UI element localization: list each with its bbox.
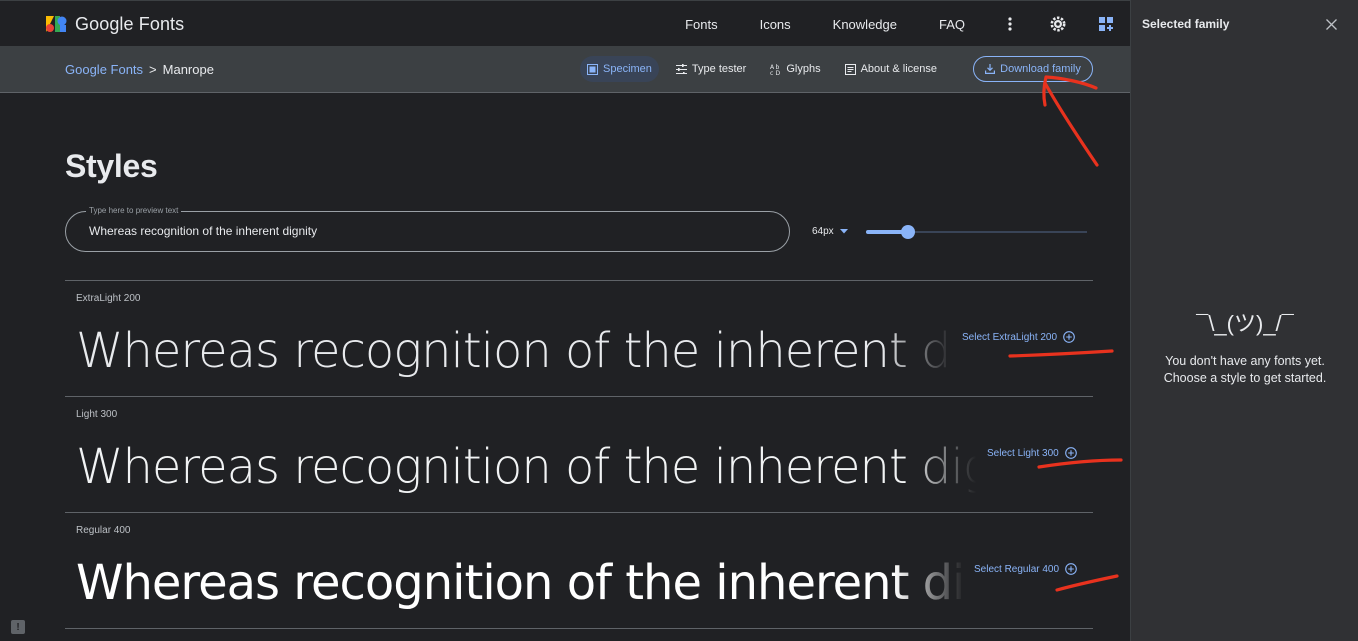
select-light-300-button[interactable]: Select Light 300 bbox=[987, 447, 1077, 459]
select-regular-400-button[interactable]: Select Regular 400 bbox=[974, 563, 1077, 575]
font-size-slider[interactable] bbox=[866, 224, 1087, 240]
download-icon bbox=[985, 64, 996, 74]
add-circle-icon bbox=[1063, 331, 1075, 343]
preview-text-value: Whereas recognition of the inherent dign… bbox=[89, 224, 318, 238]
tab-specimen-label: Specimen bbox=[603, 63, 652, 75]
specimen-icon bbox=[587, 63, 598, 75]
tab-about-license[interactable]: About & license bbox=[838, 56, 944, 82]
tune-icon bbox=[675, 64, 687, 74]
more-vert-icon[interactable] bbox=[986, 1, 1034, 47]
logo-text: Google Fonts bbox=[75, 13, 185, 34]
glyphs-icon: Abc D bbox=[770, 64, 781, 75]
empty-state-line-1: You don't have any fonts yet. bbox=[1165, 354, 1325, 368]
select-extralight-200-button[interactable]: Select ExtraLight 200 bbox=[962, 331, 1075, 343]
top-nav: Fonts Icons Knowledge FAQ bbox=[664, 1, 1130, 47]
nav-fonts[interactable]: Fonts bbox=[664, 17, 739, 32]
article-icon bbox=[844, 63, 856, 75]
preview-text-legend: Type here to preview text bbox=[86, 206, 182, 215]
breadcrumb-home-link[interactable]: Google Fonts bbox=[65, 62, 143, 77]
font-size-value: 64px bbox=[812, 226, 834, 237]
style-sample-text: Whereas recognition of the inherent dign… bbox=[76, 555, 964, 611]
shrug-emoticon: ¯\_(ツ)_/¯ bbox=[1196, 311, 1294, 336]
slider-thumb[interactable] bbox=[901, 225, 915, 239]
style-row-divider bbox=[65, 628, 1093, 641]
empty-state-message: You don't have any fonts yet. Choose a s… bbox=[1131, 353, 1358, 387]
tab-specimen[interactable]: Specimen bbox=[580, 56, 659, 82]
svg-text:D: D bbox=[776, 70, 781, 75]
top-app-bar: Google Fonts Fonts Icons Knowledge FAQ bbox=[0, 0, 1130, 47]
select-style-label: Select ExtraLight 200 bbox=[962, 331, 1058, 343]
styles-heading: Styles bbox=[65, 148, 158, 184]
empty-state-line-2: Choose a style to get started. bbox=[1163, 371, 1327, 385]
tab-glyphs-label: Glyphs bbox=[786, 63, 821, 75]
style-label: ExtraLight 200 bbox=[76, 293, 141, 304]
preview-text-input[interactable]: Type here to preview text Whereas recogn… bbox=[65, 206, 790, 252]
feedback-icon[interactable]: ! bbox=[11, 620, 25, 634]
font-size-select[interactable]: 64px bbox=[812, 226, 848, 237]
style-row-regular-400: Regular 400 Whereas recognition of the i… bbox=[65, 512, 1093, 628]
style-sample-text: Whereas recognition of the inherent dign… bbox=[76, 439, 976, 495]
add-circle-icon bbox=[1064, 447, 1077, 459]
google-fonts-logo-icon bbox=[46, 16, 67, 32]
tab-glyphs[interactable]: AbcD Glyphs bbox=[763, 56, 827, 82]
select-style-label: Select Light 300 bbox=[987, 447, 1059, 459]
nav-knowledge[interactable]: Knowledge bbox=[812, 17, 918, 32]
google-fonts-logo[interactable]: Google Fonts bbox=[45, 13, 184, 35]
selected-family-panel: Selected family ¯\_(ツ)_/¯ You don't have… bbox=[1130, 0, 1358, 641]
download-family-button[interactable]: Download family bbox=[973, 56, 1093, 82]
family-toolbar: Google Fonts > Manrope Specimen Type tes… bbox=[0, 47, 1130, 93]
selected-family-title: Selected family bbox=[1142, 17, 1230, 31]
close-icon[interactable] bbox=[1321, 14, 1341, 34]
style-sample-text: Whereas recognition of the inherent dign… bbox=[76, 323, 952, 379]
tab-type-tester[interactable]: Type tester bbox=[669, 56, 753, 82]
settings-icon[interactable] bbox=[1034, 1, 1082, 47]
apps-icon[interactable] bbox=[1082, 1, 1130, 47]
style-label: Light 300 bbox=[76, 409, 118, 420]
breadcrumb-current: Manrope bbox=[162, 62, 214, 77]
select-style-label: Select Regular 400 bbox=[974, 563, 1060, 575]
breadcrumb: Google Fonts > Manrope bbox=[65, 62, 214, 77]
style-label: Regular 400 bbox=[76, 525, 131, 536]
style-row-extralight-200: ExtraLight 200 Whereas recognition of th… bbox=[65, 280, 1093, 396]
tab-about-license-label: About & license bbox=[860, 63, 938, 75]
svg-text:c: c bbox=[770, 70, 773, 75]
nav-faq[interactable]: FAQ bbox=[918, 17, 986, 32]
breadcrumb-separator: > bbox=[149, 62, 157, 77]
styles-section: Styles Type here to preview text Whereas… bbox=[0, 93, 1130, 641]
arrow-drop-down-icon bbox=[839, 229, 848, 234]
style-row-light-300: Light 300 Whereas recognition of the inh… bbox=[65, 396, 1093, 512]
download-family-label: Download family bbox=[1000, 63, 1081, 75]
tab-type-tester-label: Type tester bbox=[691, 63, 747, 75]
add-circle-icon bbox=[1065, 563, 1077, 575]
family-tabs: Specimen Type tester AbcD Glyphs About &… bbox=[580, 56, 954, 82]
nav-icons[interactable]: Icons bbox=[739, 17, 812, 32]
